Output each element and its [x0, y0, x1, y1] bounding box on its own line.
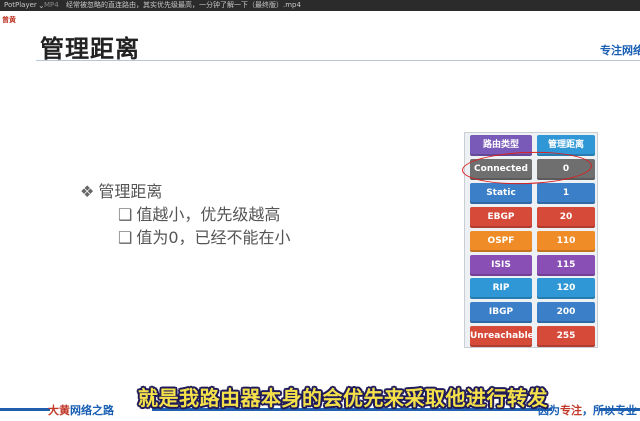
bullet-sub-1-text: 值越小，优先级越高 — [136, 205, 281, 224]
admin-distance-cell: 120 — [537, 278, 595, 300]
diamond-bullet-icon: ❖ — [80, 182, 95, 201]
bullet-list: ❖ 管理距离 ❑ 值越小，优先级越高 ❑ 值为0，已经不能在小 — [80, 180, 291, 249]
footer-rule-left — [0, 408, 50, 411]
admin-distance-cell: 200 — [537, 302, 595, 324]
admin-distance-cell: 1 — [537, 182, 595, 204]
route-type-cell: EBGP — [470, 206, 532, 228]
player-format: MP4 — [44, 1, 59, 9]
player-video-title: 经常被忽略的直连路由，其实优先级最高，一分钟了解一下（最终版）.mp4 — [66, 1, 301, 9]
corner-brand: 曾黄 — [2, 16, 16, 24]
footer-slogan: 因为专注，所以专业 — [538, 402, 637, 418]
bullet-sub-2-text: 值为0，已经不能在小 — [136, 228, 291, 247]
route-type-cell: Static — [470, 182, 532, 204]
route-type-cell: ISIS — [470, 254, 532, 276]
bullet-main-text: 管理距离 — [98, 182, 163, 201]
footer-brand: 大黄网络之路 — [48, 402, 114, 418]
route-type-cell: Unreachable — [470, 326, 534, 348]
bullet-main: ❖ 管理距离 — [80, 180, 291, 203]
brand-right: 专注网络 — [600, 44, 640, 57]
route-type-cell: OSPF — [470, 230, 532, 252]
admin-distance-cell: 110 — [537, 230, 595, 252]
footer-slogan-suffix: ，所以专业 — [582, 404, 637, 417]
bullet-sub-2: ❑ 值为0，已经不能在小 — [118, 226, 291, 249]
player-app-name[interactable]: PotPlayer — [4, 0, 37, 11]
route-type-cell: IBGP — [470, 302, 532, 324]
slide-title: 管理距离 — [40, 35, 140, 63]
admin-distance-cell: 255 — [537, 326, 595, 348]
video-subtitle: 就是我路由器本身的会优先来采取他进行转发 — [138, 386, 548, 410]
footer-brand-red: 大黄 — [48, 404, 70, 417]
checkbox-bullet-icon: ❑ — [118, 228, 133, 247]
admin-distance-cell: 20 — [537, 206, 595, 228]
chevron-down-icon[interactable]: ⌄ — [38, 0, 45, 11]
footer-slogan-red: 专注 — [560, 404, 582, 417]
route-type-cell: RIP — [470, 278, 532, 300]
checkbox-bullet-icon: ❑ — [118, 205, 133, 224]
admin-distance-cell: 115 — [537, 254, 595, 276]
player-title-bar: PotPlayer MP4 经常被忽略的直连路由，其实优先级最高，一分钟了解一下… — [0, 0, 640, 11]
title-divider — [36, 60, 640, 61]
footer-brand-blue: 网络之路 — [70, 404, 114, 417]
bullet-sub-1: ❑ 值越小，优先级越高 — [118, 203, 291, 226]
